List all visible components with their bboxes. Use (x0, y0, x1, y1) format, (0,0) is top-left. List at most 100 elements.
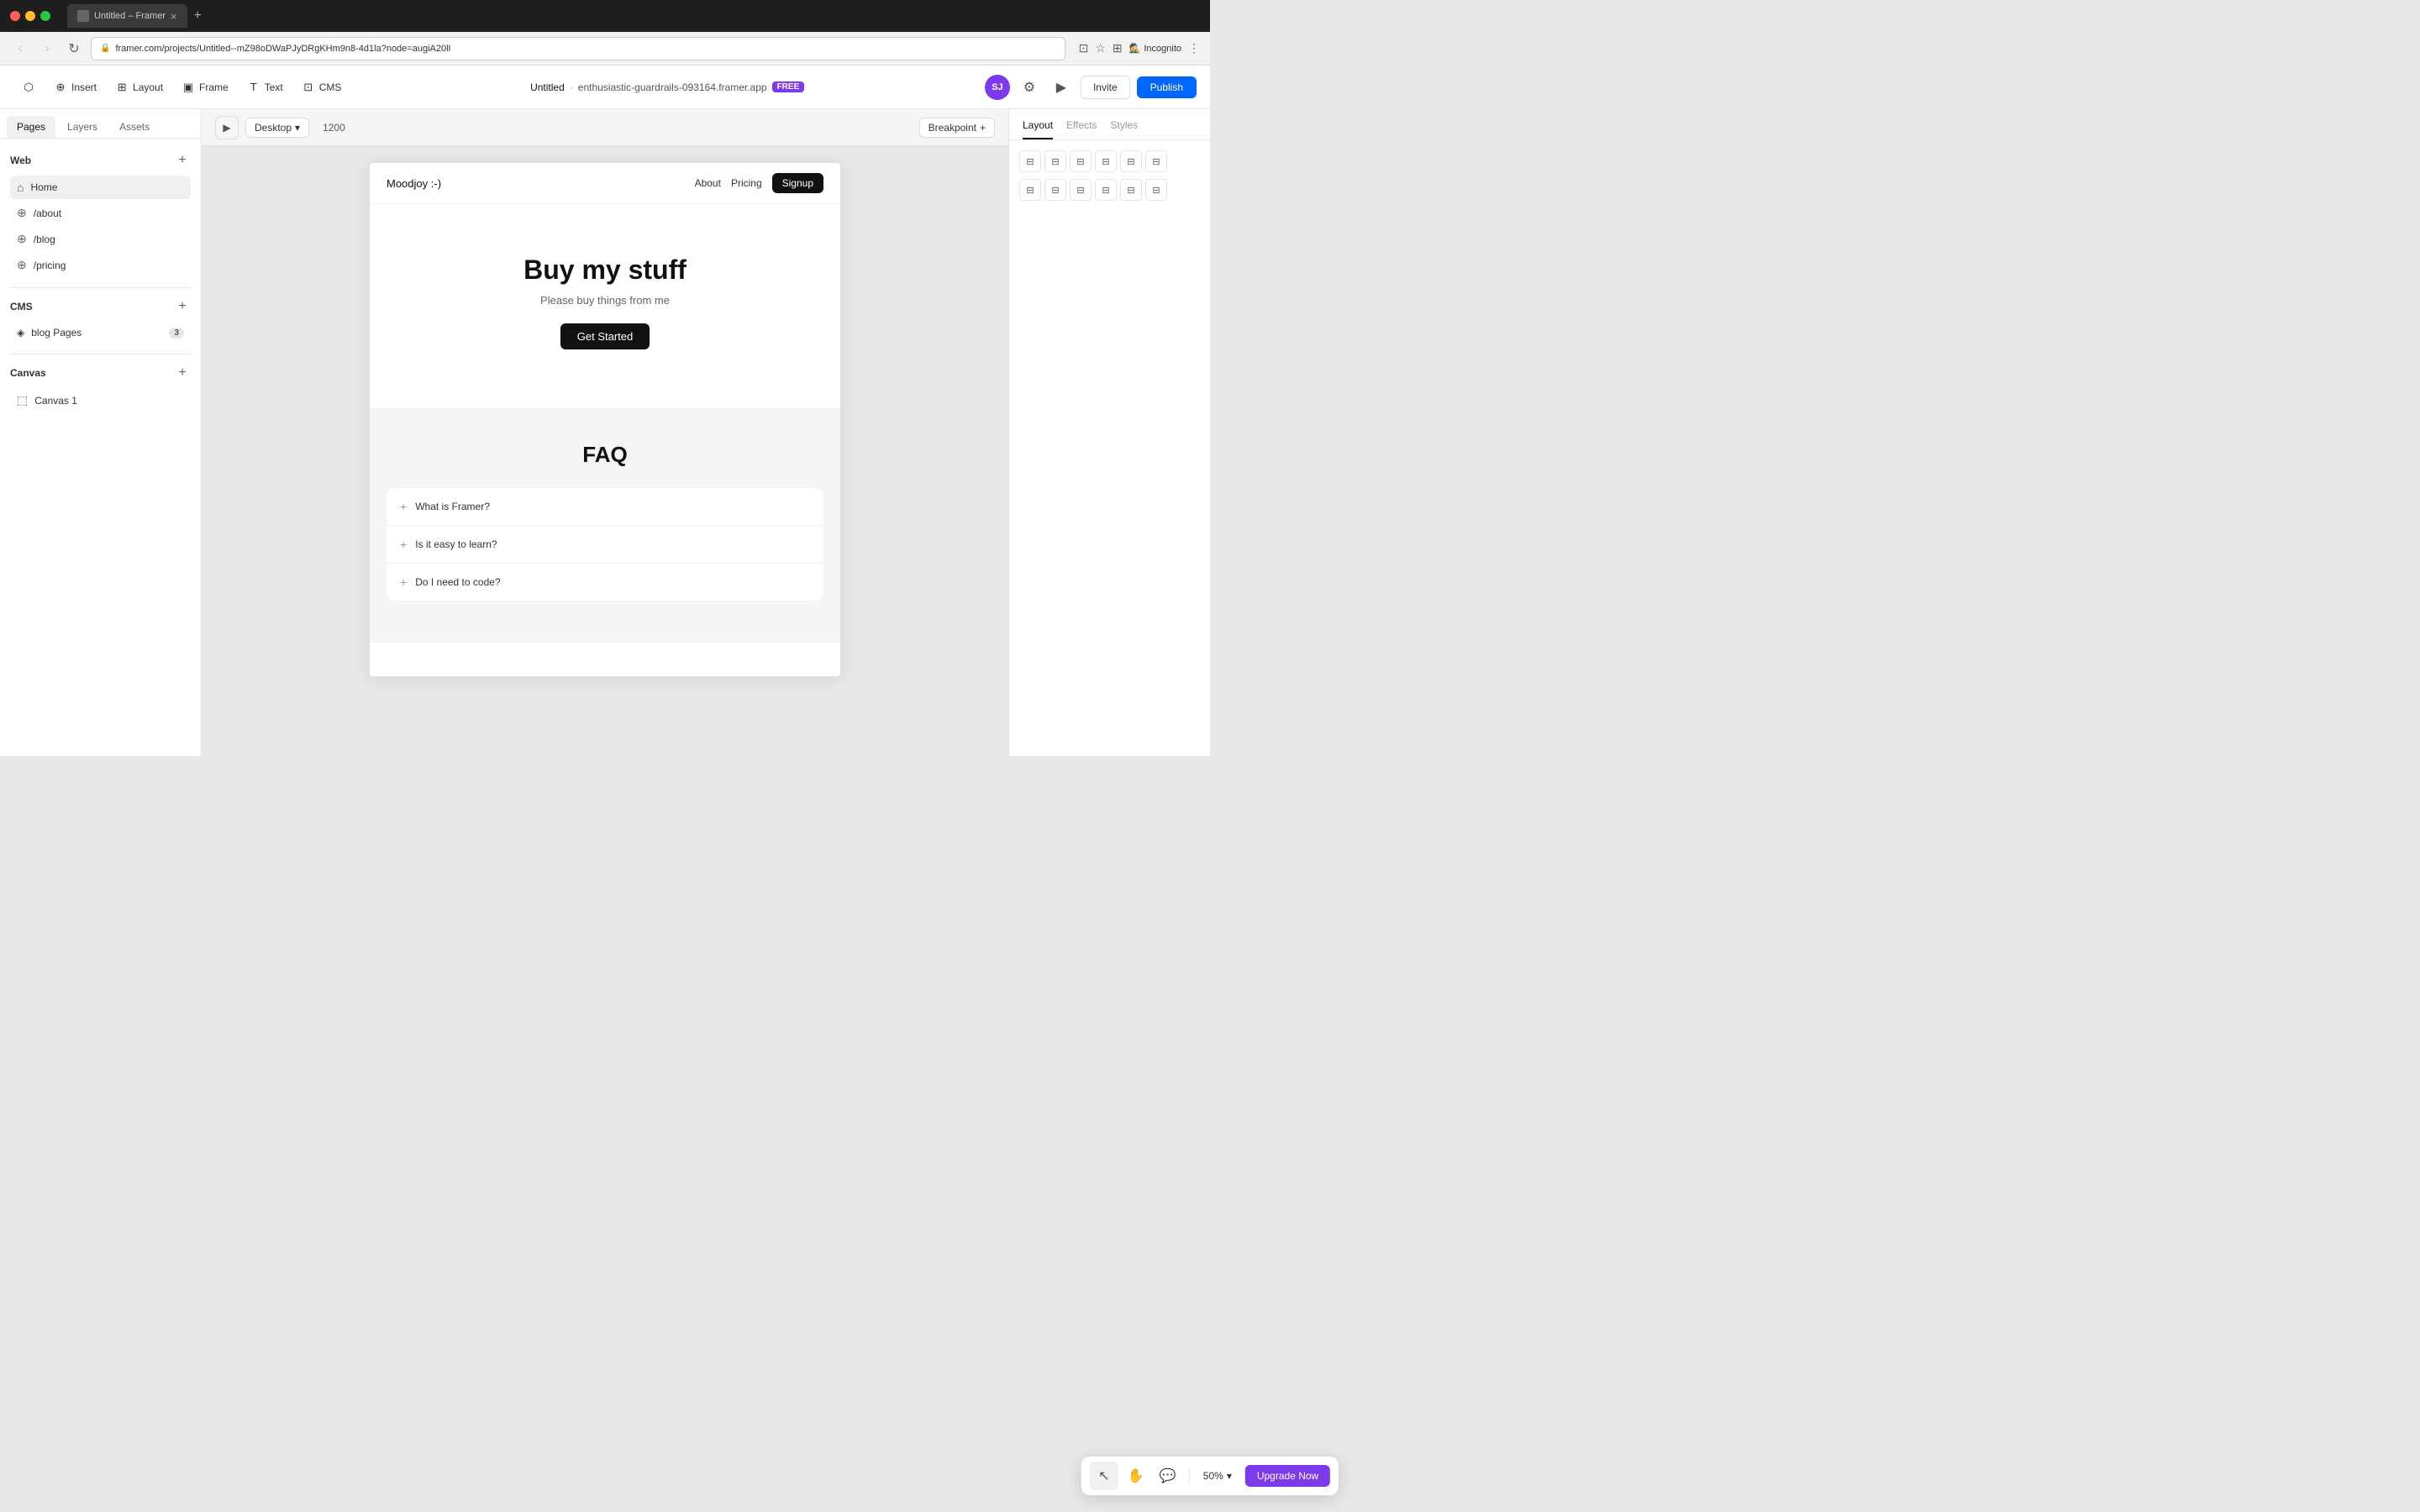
tab-layers[interactable]: Layers (57, 116, 108, 138)
fullscreen-window-button[interactable] (40, 11, 50, 21)
right-sidebar-tabs: Layout Effects Styles (1009, 109, 1210, 140)
fill-icon[interactable]: ⊟ (1120, 179, 1142, 201)
hero-subtitle: Please buy things from me (387, 294, 823, 307)
sidebar-content: Web + ⌂ Home ⊕ /about ⊕ /blog ⊕ /pricing (0, 139, 201, 756)
web-section-title: Web (10, 155, 31, 166)
device-chevron-icon: ▾ (295, 122, 300, 134)
faq-expand-icon-2: + (400, 575, 407, 589)
faq-item-0[interactable]: + What is Framer? (387, 488, 823, 526)
faq-question-0: What is Framer? (415, 501, 490, 512)
new-tab-button[interactable]: + (194, 8, 202, 24)
nav-signup-button[interactable]: Signup (772, 173, 823, 193)
align-top-icon[interactable]: ⊟ (1095, 150, 1117, 172)
align-left-icon[interactable]: ⊟ (1019, 150, 1041, 172)
traffic-lights (10, 11, 50, 21)
back-button[interactable]: ‹ (10, 39, 30, 59)
sidebar-tabs: Pages Layers Assets (0, 109, 201, 139)
forward-button[interactable]: › (37, 39, 57, 59)
browser-actions: ⊡ ☆ ⊞ 🕵 Incognito ⋮ (1079, 41, 1200, 55)
align-right-icon[interactable]: ⊟ (1070, 150, 1092, 172)
hand-tool-button[interactable]: ✋ (1122, 1462, 1150, 1490)
add-cms-button[interactable]: + (174, 298, 191, 315)
refresh-button[interactable]: ↻ (64, 39, 84, 59)
title-bar: Untitled – Framer × + (0, 0, 1210, 32)
text-button[interactable]: T Text (239, 76, 292, 98)
close-window-button[interactable] (10, 11, 20, 21)
separator: · (570, 81, 573, 93)
frame-button[interactable]: ▣ Frame (173, 76, 237, 98)
add-page-button[interactable]: + (174, 152, 191, 169)
add-breakpoint-icon: + (980, 122, 986, 134)
hero-cta-button[interactable]: Get Started (560, 323, 650, 349)
page-item-about[interactable]: ⊕ /about (10, 201, 191, 225)
bottom-toolbar: ↖ ✋ 💬 50% ▾ Upgrade Now (1081, 1457, 1339, 1495)
fit-width-icon[interactable]: ⊟ (1070, 179, 1092, 201)
page-item-blog[interactable]: ⊕ /blog (10, 227, 191, 251)
globe-icon-about: ⊕ (17, 206, 27, 220)
avatar-button[interactable]: SJ (985, 75, 1010, 100)
page-item-pricing[interactable]: ⊕ /pricing (10, 253, 191, 277)
align-center-v-icon[interactable]: ⊟ (1120, 150, 1142, 172)
insert-icon: ⊕ (54, 81, 67, 94)
comment-tool-button[interactable]: 💬 (1154, 1462, 1182, 1490)
faq-item-2[interactable]: + Do I need to code? (387, 564, 823, 601)
zoom-control[interactable]: 50% ▾ (1197, 1467, 1239, 1485)
fit-height-icon[interactable]: ⊟ (1095, 179, 1117, 201)
framer-logo-button[interactable]: ⬡ (13, 76, 44, 98)
tab-pages[interactable]: Pages (7, 116, 55, 138)
right-sidebar: Layout Effects Styles ⊟ ⊟ ⊟ ⊟ ⊟ ⊟ ⊟ ⊟ ⊟ … (1008, 109, 1210, 756)
url-bar[interactable]: 🔒 framer.com/projects/Untitled--mZ98oDWa… (91, 37, 1065, 60)
zoom-label: 50% (1203, 1470, 1223, 1482)
settings-button[interactable]: ⚙ (1017, 75, 1042, 100)
right-tab-styles[interactable]: Styles (1111, 119, 1139, 139)
footer-spacer (370, 643, 840, 676)
faq-item-1[interactable]: + Is it easy to learn? (387, 526, 823, 564)
insert-button[interactable]: ⊕ Insert (45, 76, 105, 98)
page-label-home: Home (30, 181, 57, 193)
canvas-preview-button[interactable]: ▶ (215, 116, 239, 139)
faq-question-1: Is it easy to learn? (415, 538, 497, 550)
align-center-h-icon[interactable]: ⊟ (1044, 150, 1066, 172)
page-item-home[interactable]: ⌂ Home (10, 176, 191, 199)
fit-icon[interactable]: ⊟ (1145, 179, 1167, 201)
close-tab-button[interactable]: × (171, 11, 177, 22)
tab-title: Untitled – Framer (94, 11, 166, 21)
extensions-icon[interactable]: ⊞ (1113, 41, 1123, 55)
right-tab-effects[interactable]: Effects (1066, 119, 1097, 139)
layout-button[interactable]: ⊞ Layout (107, 76, 171, 98)
menu-icon[interactable]: ⋮ (1188, 41, 1200, 55)
canvas-item-1[interactable]: ⬚ Canvas 1 (10, 388, 191, 412)
breakpoint-label: Breakpoint (929, 122, 976, 134)
publish-button[interactable]: Publish (1137, 76, 1197, 98)
invite-button[interactable]: Invite (1081, 76, 1130, 99)
text-label: Text (265, 81, 283, 93)
cms-item-blog-pages[interactable]: ◈ blog Pages 3 (10, 322, 191, 344)
preview-button[interactable]: ▶ (1049, 75, 1074, 100)
nav-link-about[interactable]: About (695, 177, 721, 189)
cms-button[interactable]: ⊡ CMS (293, 76, 350, 98)
cms-item-left: ◈ blog Pages (17, 327, 82, 339)
canvas-icon: ⬚ (17, 393, 28, 407)
breakpoint-button[interactable]: Breakpoint + (919, 118, 995, 138)
select-tool-button[interactable]: ↖ (1090, 1462, 1118, 1490)
distribute-v-icon[interactable]: ⊟ (1044, 179, 1066, 201)
faq-expand-icon-0: + (400, 500, 407, 513)
tab-assets[interactable]: Assets (109, 116, 160, 138)
canvas-section-header: Canvas + (10, 365, 191, 381)
bookmark-icon[interactable]: ☆ (1095, 41, 1106, 55)
cms-section-header: CMS + (10, 298, 191, 315)
toolbar-left: ⬡ ⊕ Insert ⊞ Layout ▣ Frame T Text ⊡ CMS (13, 76, 350, 98)
cms-icon: ⊡ (302, 81, 315, 94)
browser-tab[interactable]: Untitled – Framer × (67, 4, 187, 28)
toolbar-divider (1189, 1467, 1190, 1484)
align-bottom-icon[interactable]: ⊟ (1145, 150, 1167, 172)
nav-link-pricing[interactable]: Pricing (731, 177, 762, 189)
toolbar-right: SJ ⚙ ▶ Invite Publish (985, 75, 1197, 100)
upgrade-button[interactable]: Upgrade Now (1245, 1465, 1330, 1487)
right-tab-layout[interactable]: Layout (1023, 119, 1053, 139)
cast-icon[interactable]: ⊡ (1079, 41, 1089, 55)
distribute-h-icon[interactable]: ⊟ (1019, 179, 1041, 201)
add-canvas-button[interactable]: + (174, 365, 191, 381)
minimize-window-button[interactable] (25, 11, 35, 21)
device-selector[interactable]: Desktop ▾ (245, 118, 309, 138)
